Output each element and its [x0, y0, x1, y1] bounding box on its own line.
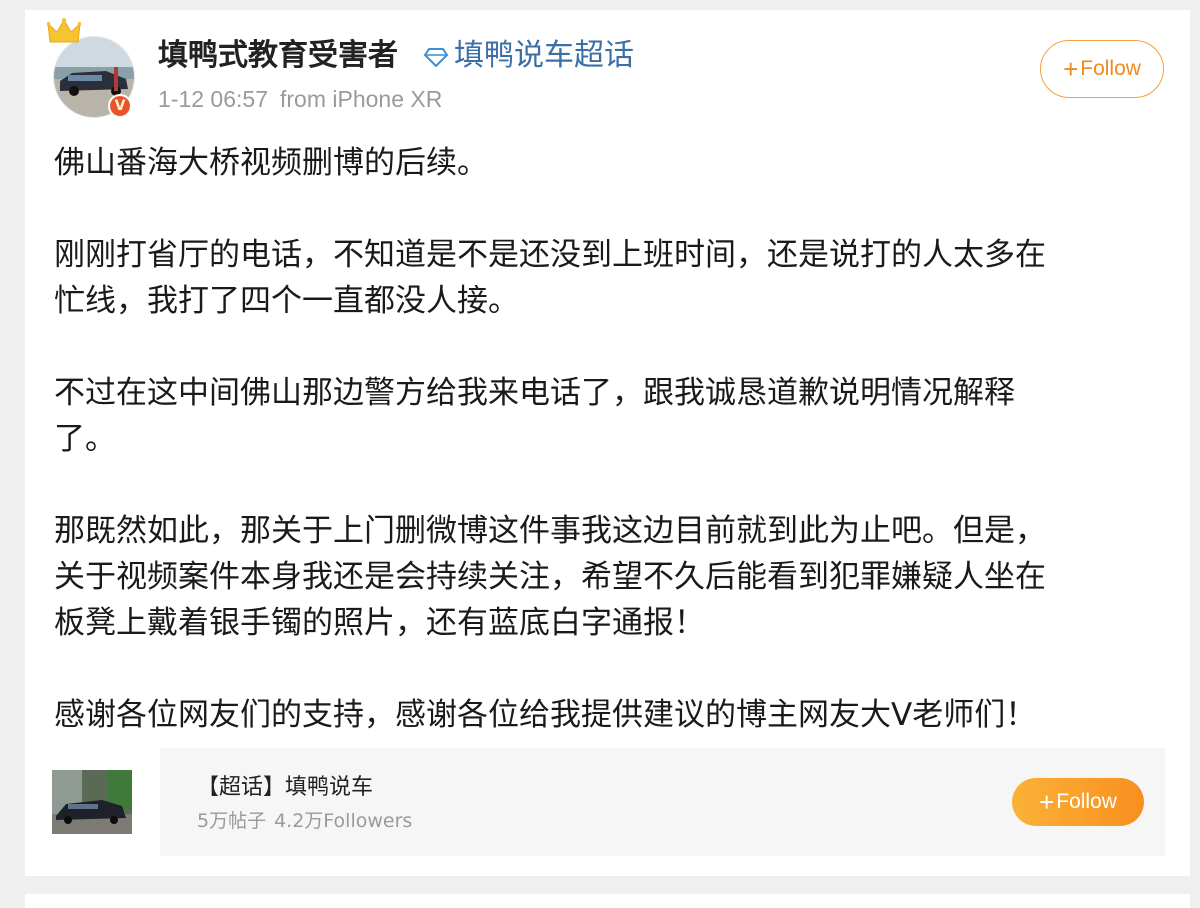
verified-badge-letter: V [110, 96, 130, 116]
topic-title[interactable]: 【超话】填鸭说车 [197, 773, 373, 803]
follow-button[interactable]: + Follow [1040, 40, 1164, 98]
verified-badge: V [108, 94, 132, 118]
super-topic-card[interactable]: 【超话】填鸭说车 5万帖子 4.2万Followers + Follow [52, 748, 1165, 856]
topic-follower-count: 4.2万Followers [274, 810, 413, 832]
post-source: from iPhone XR [279, 86, 443, 112]
post-paragraph: 那既然如此，那关于上门删微博这件事我这边目前就到此为止吧。但是， 关于视频案件本… [54, 513, 1046, 641]
topic-stats: 5万帖子 4.2万Followers [197, 808, 412, 834]
next-card-edge [25, 894, 1190, 908]
post-paragraph: 刚刚打省厅的电话，不知道是不是还没到上班时间，还是说打的人太多在 忙线，我打了四… [54, 237, 1046, 319]
topic-post-count: 5万帖子 [197, 810, 267, 832]
post-time: 1-12 06:57 [158, 86, 268, 112]
topic-follow-button-label: Follow [1056, 790, 1117, 813]
post-body: 佛山番海大桥视频删博的后续。 刚刚打省厅的电话，不知道是不是还没到上班时间，还是… [54, 140, 1164, 738]
avatar-container[interactable]: V [47, 18, 135, 118]
post-paragraph: 不过在这中间佛山那边警方给我来电话了，跟我诚恳道歉说明情况解释 了。 [54, 375, 1015, 457]
post-meta: 1-12 06:57 from iPhone XR [158, 84, 442, 114]
diamond-icon [424, 48, 448, 67]
topic-follow-button[interactable]: + Follow [1012, 778, 1144, 826]
post-paragraph: 感谢各位网友们的支持，感谢各位给我提供建议的博主网友大Ⅴ老师们！ [54, 697, 1037, 733]
username[interactable]: 填鸭式教育受害者 [158, 36, 398, 76]
topic-thumbnail[interactable] [52, 748, 160, 856]
post-paragraph: 佛山番海大桥视频删博的后续。 [54, 145, 488, 181]
plus-icon: + [1063, 54, 1079, 84]
super-topic-link[interactable]: 填鸭说车超话 [454, 36, 634, 76]
follow-button-label: Follow [1080, 57, 1141, 80]
plus-icon: + [1039, 787, 1055, 817]
crown-icon [47, 18, 81, 43]
